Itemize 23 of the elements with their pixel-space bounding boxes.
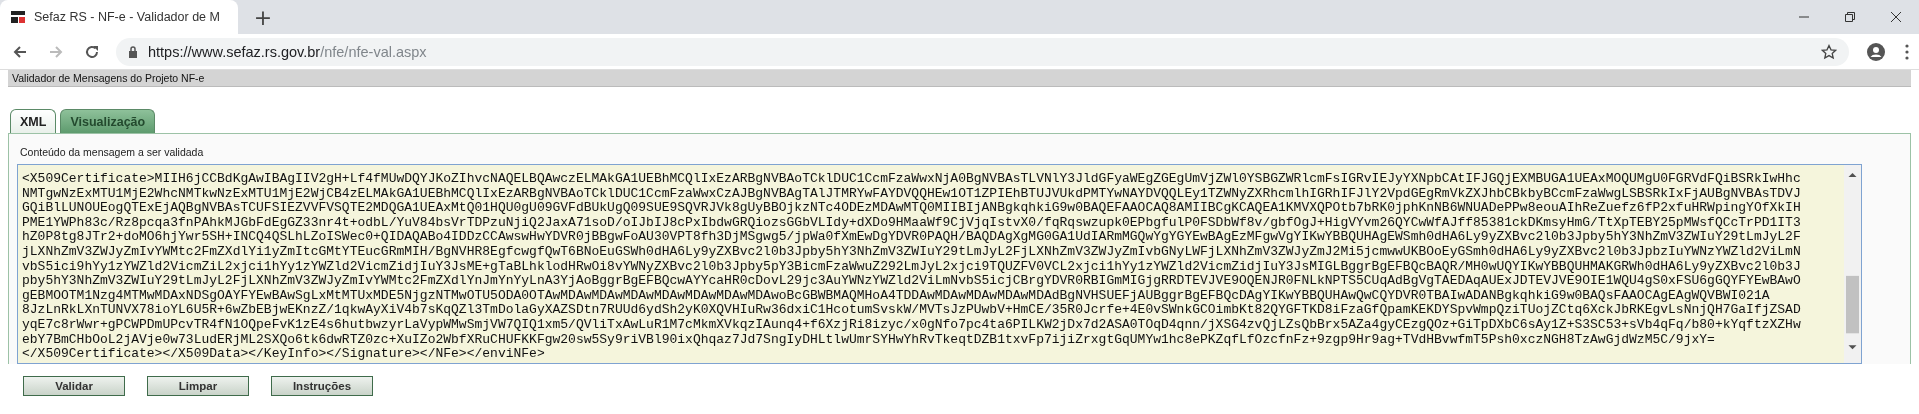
reload-icon[interactable] [84,43,100,60]
bookmark-star-icon[interactable] [1821,43,1837,60]
sefaz-logo-icon [10,9,26,25]
tab[interactable]: XML [10,109,57,133]
message-field[interactable]: <X509Certificate>MIIH6jCCBdKgAwIBAgIIV2gH+Lf4fMUwDQYJKoZIhvcNAQELBQAwczELMAkGA1UEBhMCQlIxEzARBgNVBAoTCklDUC1CcmFzaWwxNjA0BgNVBAsTLVNlY3JldGFyaWEgZGEgUmVjZWl0YSBGZWRlcmFsIGRvIEJyYXNpbCAtIFJGQjEXMBUGA1UEAxMOQUMgU0FGRVdFQiBSRkIwHhc NMTgwNzExMTU1MjE2WhcNMTkwNzExMTU1MjE2WjCB4zELMAkGA1UEBhMCQlIxEzARBgNVBAoTCklDUC1CcmFzaWwxCzAJBgNVBAgTAlJTMRYwFAYDVQQHEw1OT1ZPIEhBTUJVUkdPMTYwNAYDVQQLEy1TZWNyZXRhcmlhIGRhIFJlY2VpdGEgRmVkZXJhbCBkbyBCcmFzaWwgLSBSRkIxFjAUBgNVBAsTDVJ GQiBlLUNOUEogQTExEjAQBgNVBAsTCUFSIEZVVFVSQTE2MDQGA1UEAxMtQ01HQU0gU09GVFdBUkUgQ09SUE9SQVRJVk8gUyBBOjkzNTc4ODEzMDAwMTQ0MIIBIjANBgkqhkiG9w0BAQEFAAOCAQ8AMIIBCgKCAQEA1KMVXQPOtb7bRK0jphKnNB6WNUADePPw8eouAIhReZuefz6fP2xfuHRWpingYOfXkIH PME1YWPh83c/Rz8pcqa3fnPAhkMJGbFdEgGZ33nr4t+odbL/YuV84bsVrTDPzuNjiQ2JaxA71soD/oIJbIJ8cPxIbdwGRQiozsGGbVLIdy+dXDo9HMaaWf9CjVjqIstvX0/fqRqswzupk0EPbgfulP0FSDbWf8v/gbfOgJ+HigVYvm26QYCwWfAJff85381ckDKmsyHmG/TtXpTEBY25pMWsfQCcTrPD1IT3 hZ0P8tg8JTr2+doMO6hjYwr5SH+INCQ4QSLhLZoISWec0+QIDAQABo4IDDzCCAwswHwYDVR0jBBgwFoAU30VPT8fh3DjMSgwg5/jpWa0fXmEwDgYDVR0PAQH/BAQDAgXgMG0GA1UdIARmMGQwYgYGYEwBAgEzMFgwVgYIKwYBBQUHAgEWSmh0dHA6Ly9yZXBvc2l0b3Jpby5hY3NhZmV3ZWIuY29tLmJyL2F jLXNhZmV3ZWJyZmIvYWMtc2FmZXdlYi1yZmItcGMtYTEucGRmMIH/BgNVHR8EgfcwgfQwT6BNoEuGSWh0dHA6Ly9yZXBvc2l0b3Jpby5hY3NhZmV3ZWIuY29tLmJyL2FjLXNhZmV3ZWJyZmIvbGNyLWFjLXNhZmV3ZWJyZmJ2Mi5jcmwwUKBOoEyGSmh0dHA6Ly9yZXBvc2l0b3JpbzIuYWNzYWZld2ViLmN vbS5ici9hYy1zYWZld2VicmZiL2xjci1hYy1zYWZld2VicmZidjIuY3JsME+gTaBLhklodHRwOi8vYWNyZXBvc2l0b3Jpby5pY3BicmFzaWwuZ292LmJyL2xjci9TQUZFV0VCL2xjci1hYy1zYWZld2VicmZidjIuY3JsMIGLBggrBgEFBQcBAQR/MH0wUQYIKwYBBQUHMAKGRWh0dHA6Ly9yZXBvc2l0b3J pby5hY3NhZmV3ZWIuY29tLmJyL2FjLXNhZmV3ZWJyZmIvYWMtc2FmZXdlYnJmYnYyLnA3YjAoBggrBgEFBQcwAYYcaHR0cDovL29jc3AuYWNzYWZld2ViLmNvbS5icjCBrgYDVR0RBIGmMIGjgRRDTEVJVE9OQENJR0FNLkNPTS5CUqAdBgVgTAEDAqAUExJDTEVJVE9OIE1WQU4gS0xFSU6gGQYFYEwBAwO gEBMOOTM1Nzg4MTMwMDAxNDSgOAYFYEwBAwSgLxMtMTUxMDE5NjgzNTMwOTU5ODA0OTAwMDAwMDAwMDAwMDAwMDAwMDAwMDAwoBcGBWBMAQMHoA4TDDAwMDAwMDAwMDAwMDAdBgNVHSUEFjAUBggrBgEFBQcDAgYIKwYBBQUHAwQwCQYDVR0TBAIwADANBgkqhkiG9w0BAQsFAAOCAgEAgWQVBWI021A 8JzLnRkLXnTUNVX78ioYL6U5R+6wZbEBjwEKnzZ/1qkwAyXiV4b7sKqQZl3TmDolaGyXAZSDtn7RUUd6ydSh2yK0XQVHIuRw36dxiC1HcotumSvskW/MVTsJzPUwbV+HmCE/35R0Jcrfe+4E0vSWnkGCOimbKt82QYGFTKD8iFzaGfQpamKEKDYSpvWmpQziTUojZCtq6XckJbRKEgvLsNnjQH7GaIfjZSAD yqE7c8rWwr+gPCWPDmUPcvTR4fN1OQpeFvK1zE4s6hutbwzyrLaVypWMwSmjVW7QIQ1xm5/QVliTxAwLuR1M7cMkmXVkqzIAunq4+f6XzjRi8izyc/x0gNfo7pc4ta6PILKW2jDx7d2ASA0TOqD4qnn/jXSG4zvQjLZsQbBrx5AZa4gyCEzgQOz+GiTpDXbC6sAy1Z+S3SC53+sVb4qFq/b80+kYqftzXZHw ebY7BmCHbOoL2jAVje0w73LudERjML2SXQo6tk6dwRTZ0zc+XuIZo2WbfXRuCHUFKKFgw20sw5Sy9riVBl90ixQhqaz7Jd7SngIyDHLtlwUmrSYHwYhRvTkeqtDZB1txvFp7ijiZrxgtGqUMYw1hc8ePKZqfLfOzcfnFz+9zgp9Hr9ag+TVdHBvwfmT5Psh0xczNGH8TzAwGjdWzM5C/9jxY= </X509Certificate></X509Data></KeyInfo></Signature></NFe></enviNFe> [17,164,1862,364]
action-button[interactable]: Limpar [147,376,249,396]
address-bar[interactable]: https://www.sefaz.rs.gov.br/nfe/nfe-val.aspx [116,37,1849,66]
restore-icon[interactable] [1845,12,1855,22]
page-title: Validador de Mensagens do Projeto NF-e [12,72,205,84]
field-label: Conteúdo da mensagem a ser validada [20,146,205,158]
url-text: https://www.sefaz.rs.gov.br/nfe/nfe-val.aspx [148,43,427,60]
action-button[interactable]: Instruções [271,376,373,396]
lock-icon [128,45,138,58]
new-tab-button[interactable]: + [246,0,280,34]
menu-icon[interactable] [1905,43,1909,60]
browser-tab[interactable]: Sefaz RS - NF-e - Validador de M [0,0,238,34]
account-icon[interactable] [1867,42,1885,61]
tab-title: Sefaz RS - NF-e - Validador de M [34,10,220,24]
scrollbar-drawing[interactable] [1844,165,1861,363]
tab[interactable]: Visualização [60,109,156,133]
back-arrow-icon[interactable] [12,43,28,60]
action-button[interactable]: Validar [23,376,125,396]
close-icon[interactable] [1891,12,1901,22]
